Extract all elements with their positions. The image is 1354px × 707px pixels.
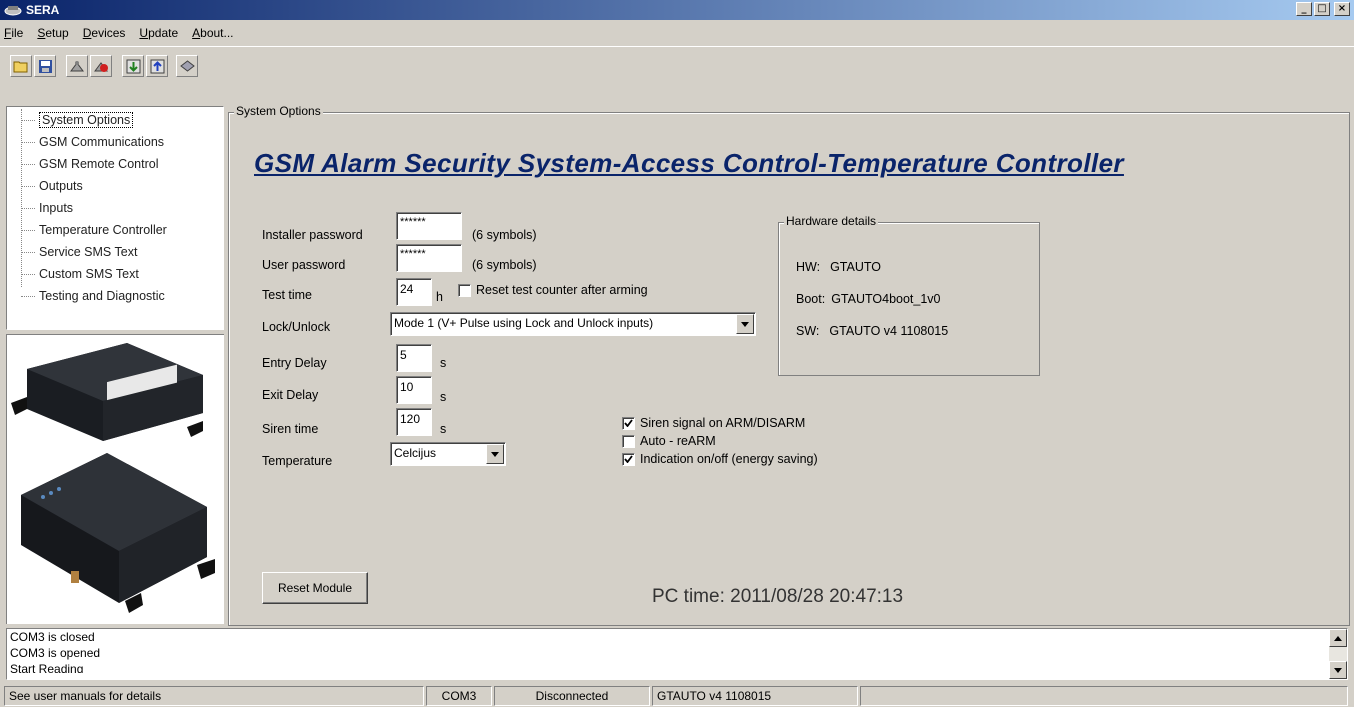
tree-item-outputs[interactable]: Outputs: [7, 175, 223, 197]
tree-item-inputs[interactable]: Inputs: [7, 197, 223, 219]
exit-delay-unit: s: [440, 390, 447, 404]
firmware-button[interactable]: [176, 55, 198, 77]
write-device-button[interactable]: [146, 55, 168, 77]
tree-item-system-options[interactable]: System Options: [7, 109, 223, 131]
siren-signal-checkbox[interactable]: Siren signal on ARM/DISARM: [622, 416, 805, 430]
installer-password-hint: (6 symbols): [472, 228, 537, 242]
temperature-dropdown-button[interactable]: [486, 444, 504, 464]
menu-setup[interactable]: Setup: [37, 26, 68, 40]
status-connection: Disconnected: [494, 685, 650, 706]
siren-time-unit: s: [440, 422, 447, 436]
menu-update[interactable]: Update: [139, 26, 178, 40]
hw-row: HW: GTAUTO: [796, 260, 882, 274]
log-panel: COM3 is closed COM3 is opened Start Read…: [6, 628, 1348, 680]
tree-item-gsm-communications[interactable]: GSM Communications: [7, 131, 223, 153]
user-password-label: User password: [262, 258, 346, 272]
menu-file[interactable]: File: [4, 26, 23, 40]
entry-delay-input[interactable]: 5: [396, 344, 432, 372]
minimize-button[interactable]: _: [1296, 2, 1312, 16]
user-password-input[interactable]: ******: [396, 244, 462, 272]
exit-delay-input[interactable]: 10: [396, 376, 432, 404]
menu-about[interactable]: About...: [192, 26, 233, 40]
tree-item-gsm-remote-control[interactable]: GSM Remote Control: [7, 153, 223, 175]
chevron-down-icon: [741, 321, 749, 327]
temperature-label: Temperature: [262, 454, 333, 468]
indication-checkbox[interactable]: Indication on/off (energy saving): [622, 452, 818, 466]
app-icon: [4, 6, 22, 16]
test-time-unit: h: [436, 290, 443, 304]
scroll-up-button[interactable]: [1329, 629, 1347, 647]
entry-delay-label: Entry Delay: [262, 356, 327, 370]
connect-icon: [70, 61, 84, 72]
reset-test-counter-box[interactable]: [458, 283, 471, 297]
gsm-module-illustration: [11, 343, 215, 613]
settings-tree: System Options GSM Communications GSM Re…: [6, 106, 224, 330]
group-title: System Options: [234, 104, 323, 118]
log-line: Start Reading: [10, 662, 84, 673]
tree-item-service-sms-text[interactable]: Service SMS Text: [7, 241, 223, 263]
device-image: [6, 334, 224, 624]
user-password-hint: (6 symbols): [472, 258, 537, 272]
auto-rearm-checkbox[interactable]: Auto - reARM: [622, 434, 716, 448]
log-scrollbar[interactable]: [1329, 629, 1347, 679]
title-bar: SERA _ □ ×: [0, 0, 1354, 20]
read-device-icon: [126, 59, 140, 73]
installer-password-label: Installer password: [262, 228, 363, 242]
chevron-down-icon: [1334, 667, 1342, 673]
disconnect-button[interactable]: [90, 55, 112, 77]
log-line: COM3 is closed: [10, 630, 95, 644]
connect-button[interactable]: [66, 55, 88, 77]
boot-row: Boot: GTAUTO4boot_1v0: [796, 292, 941, 306]
exit-delay-label: Exit Delay: [262, 388, 319, 402]
tree-item-testing-and-diagnostic[interactable]: Testing and Diagnostic: [7, 285, 223, 307]
lock-unlock-label: Lock/Unlock: [262, 320, 331, 334]
save-button[interactable]: [34, 55, 56, 77]
reset-module-button[interactable]: Reset Module: [262, 572, 368, 604]
siren-time-input[interactable]: 120: [396, 408, 432, 436]
status-port: COM3: [426, 685, 492, 706]
test-time-input[interactable]: 24: [396, 278, 432, 306]
disconnect-icon: [94, 62, 108, 72]
firmware-icon: [179, 60, 195, 72]
maximize-button[interactable]: □: [1314, 2, 1330, 16]
save-icon: [38, 59, 52, 73]
siren-signal-box[interactable]: [622, 416, 635, 430]
menu-devices[interactable]: Devices: [83, 26, 126, 40]
window-title: SERA: [26, 3, 60, 17]
read-device-button[interactable]: [122, 55, 144, 77]
status-firmware: GTAUTO v4 1108015: [652, 685, 858, 706]
scroll-down-button[interactable]: [1329, 661, 1347, 679]
entry-delay-unit: s: [440, 356, 447, 370]
siren-time-label: Siren time: [262, 422, 319, 436]
lock-unlock-select[interactable]: Mode 1 (V+ Pulse using Lock and Unlock i…: [390, 312, 756, 336]
page-headline: GSM Alarm Security System-Access Control…: [254, 148, 1124, 178]
checkmark-icon: [624, 419, 633, 427]
chevron-up-icon: [1334, 635, 1342, 641]
status-hint: See user manuals for details: [4, 685, 424, 706]
checkmark-icon: [624, 455, 633, 463]
hardware-details-title: Hardware details: [784, 214, 879, 228]
chevron-down-icon: [491, 451, 499, 457]
open-folder-icon: [13, 61, 28, 73]
test-time-label: Test time: [262, 288, 313, 302]
pc-time: PC time: 2011/08/28 20:47:13: [652, 586, 904, 607]
lock-unlock-dropdown-button[interactable]: [736, 314, 754, 334]
auto-rearm-box[interactable]: [622, 434, 635, 448]
status-bar: See user manuals for details COM3 Discon…: [0, 684, 1354, 707]
tree-item-custom-sms-text[interactable]: Custom SMS Text: [7, 263, 223, 285]
close-button[interactable]: ×: [1334, 2, 1350, 16]
reset-test-counter-checkbox[interactable]: Reset test counter after arming: [458, 283, 648, 297]
status-empty: [860, 685, 1348, 706]
write-device-icon: [150, 59, 164, 73]
toolbar: [0, 46, 1354, 96]
menu-bar: File Setup Devices Update About...: [0, 22, 1354, 44]
log-line: COM3 is opened: [10, 646, 101, 660]
open-button[interactable]: [10, 55, 32, 77]
sw-row: SW: GTAUTO v4 1108015: [796, 324, 949, 338]
indication-box[interactable]: [622, 452, 635, 466]
tree-item-temperature-controller[interactable]: Temperature Controller: [7, 219, 223, 241]
temperature-select[interactable]: Celcijus: [390, 442, 506, 466]
installer-password-input[interactable]: ******: [396, 212, 462, 240]
